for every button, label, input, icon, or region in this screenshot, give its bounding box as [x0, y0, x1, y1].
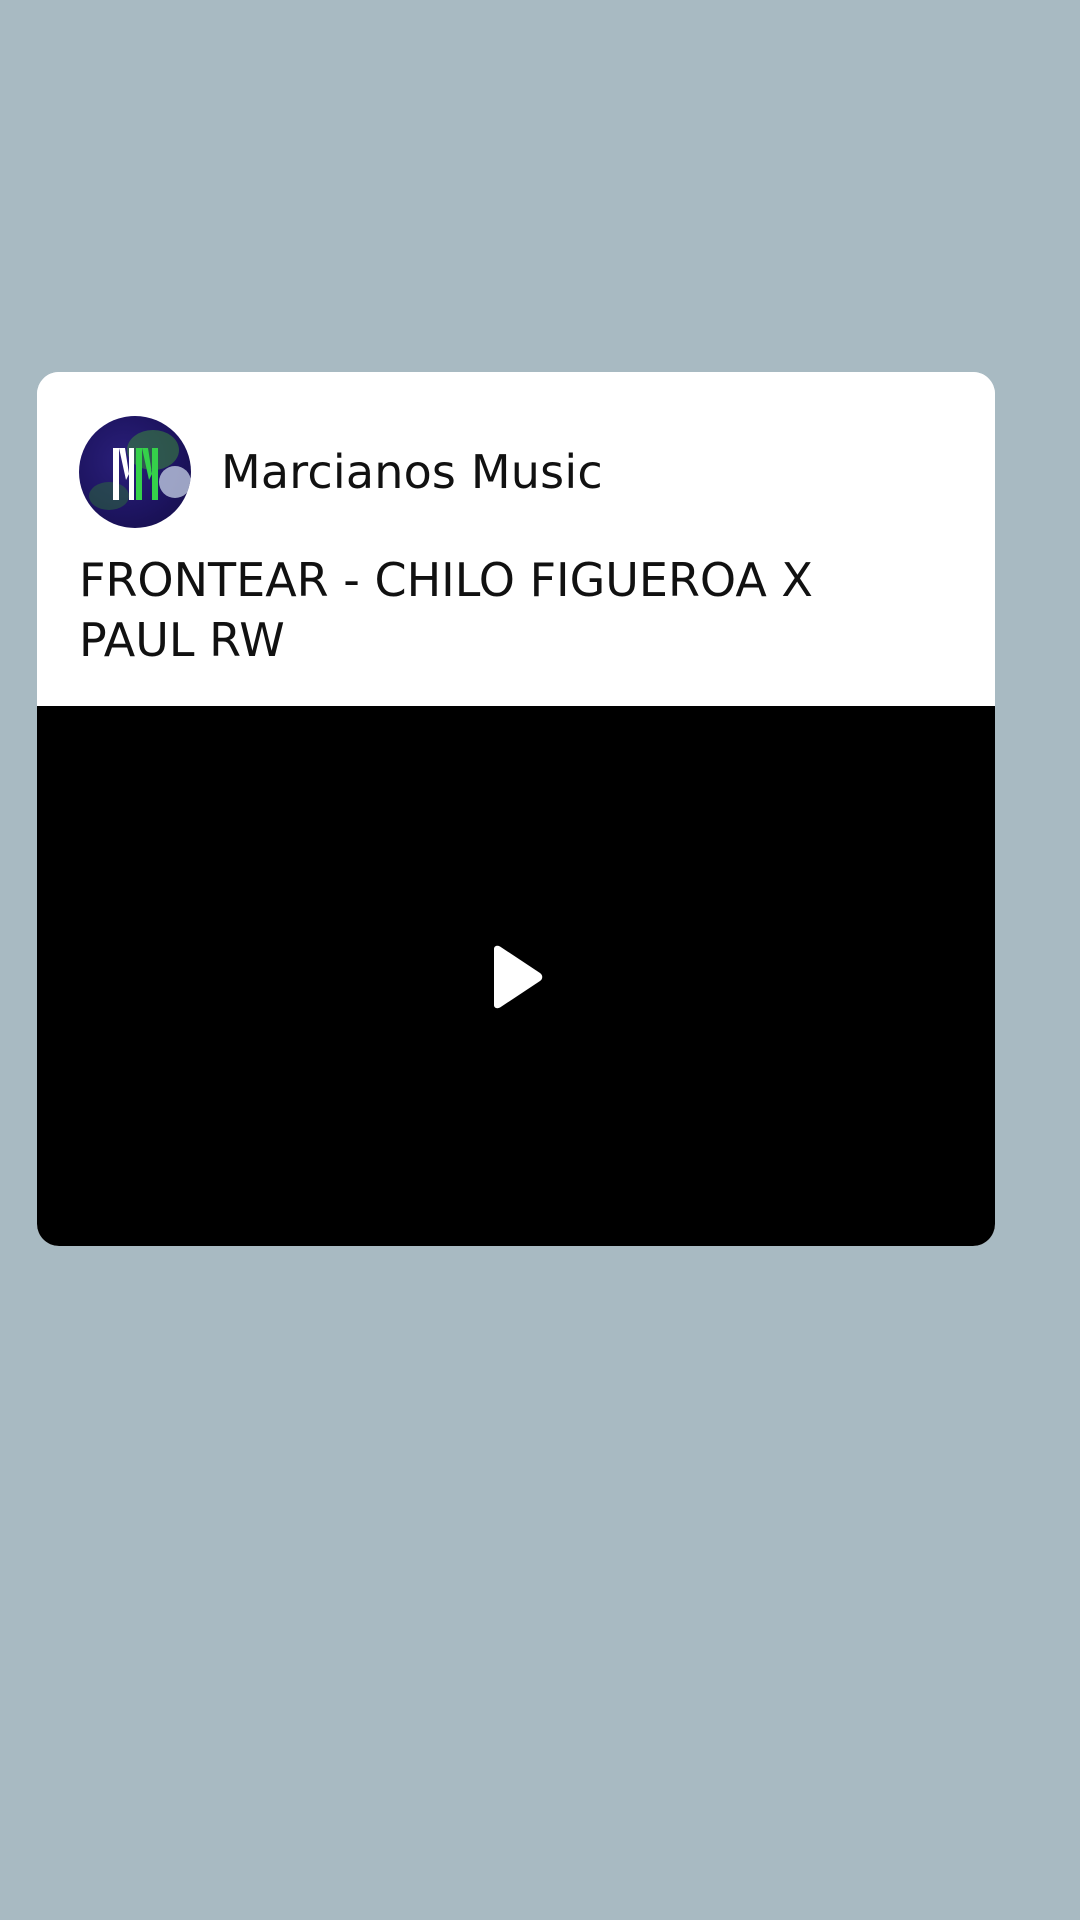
marcianos-music-logo-icon — [89, 430, 191, 510]
play-icon — [494, 945, 543, 1009]
channel-row[interactable]: Marcianos Music — [79, 416, 603, 528]
play-button[interactable] — [481, 942, 551, 1012]
card-header: Marcianos Music FRONTEAR - CHILO FIGUERO… — [37, 372, 995, 706]
video-card[interactable]: Marcianos Music FRONTEAR - CHILO FIGUERO… — [37, 372, 995, 1246]
video-title[interactable]: FRONTEAR - CHILO FIGUEROA X PAUL RW — [79, 550, 939, 670]
video-player[interactable] — [37, 706, 995, 1246]
channel-name[interactable]: Marcianos Music — [221, 445, 603, 499]
channel-avatar[interactable] — [79, 416, 191, 528]
